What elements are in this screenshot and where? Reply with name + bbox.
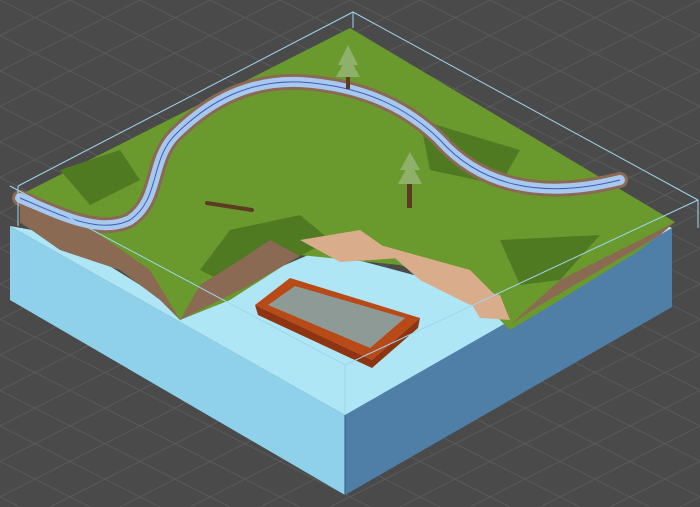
game-viewport[interactable]: [0, 0, 700, 507]
scene-canvas[interactable]: [0, 0, 700, 507]
